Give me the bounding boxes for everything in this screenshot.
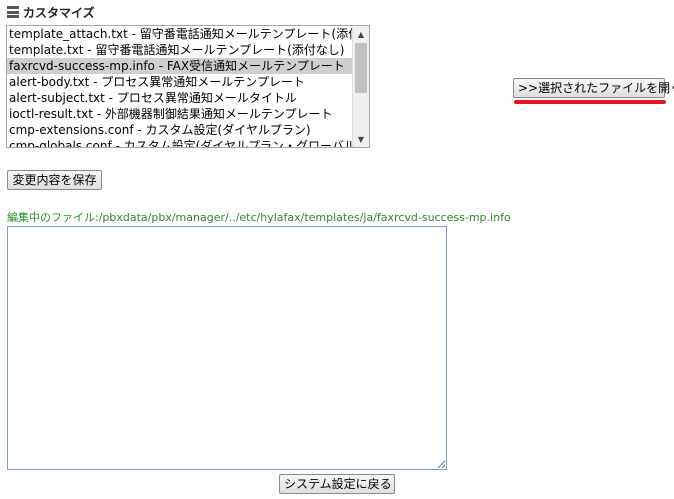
- listbox-scrollbar[interactable]: ▲ ▼: [352, 26, 369, 147]
- scrollbar-thumb[interactable]: [355, 43, 367, 93]
- file-content-editor[interactable]: [7, 226, 447, 470]
- file-list-item[interactable]: faxrcvd-success-mp.info - FAX受信通知メールテンプレ…: [7, 58, 352, 74]
- section-heading: カスタマイズ: [7, 4, 95, 20]
- list-icon: [7, 6, 19, 18]
- save-changes-button[interactable]: 変更内容を保存: [7, 170, 102, 190]
- editing-file-path: 編集中のファイル:/pbxdata/pbx/manager/../etc/hyl…: [7, 211, 511, 224]
- open-selected-file-button[interactable]: >>選択されたファイルを開く: [513, 78, 674, 98]
- file-list-item[interactable]: ioctl-result.txt - 外部機器制御結果通知メールテンプレート: [7, 106, 352, 122]
- file-list-item[interactable]: template_attach.txt - 留守番電話通知メールテンプレート(添…: [7, 26, 352, 42]
- scroll-up-icon[interactable]: ▲: [353, 26, 369, 42]
- file-listbox[interactable]: template_attach.txt - 留守番電話通知メールテンプレート(添…: [6, 25, 370, 148]
- file-list-item[interactable]: alert-subject.txt - プロセス異常通知メールタイトル: [7, 90, 352, 106]
- back-to-system-settings-button[interactable]: システム設定に戻る: [279, 474, 395, 494]
- file-list-items: template_attach.txt - 留守番電話通知メールテンプレート(添…: [7, 26, 352, 147]
- file-list-item[interactable]: cmp-globals.conf - カスタム設定(ダイヤルプラン・グローバル変…: [7, 138, 352, 147]
- file-list-item[interactable]: alert-body.txt - プロセス異常通知メールテンプレート: [7, 74, 352, 90]
- highlight-underline: [514, 100, 666, 104]
- file-list-item[interactable]: template.txt - 留守番電話通知メールテンプレート(添付なし): [7, 42, 352, 58]
- section-title: カスタマイズ: [23, 5, 95, 20]
- scroll-down-icon[interactable]: ▼: [353, 131, 369, 147]
- file-list-item[interactable]: cmp-extensions.conf - カスタム設定(ダイヤルプラン): [7, 122, 352, 138]
